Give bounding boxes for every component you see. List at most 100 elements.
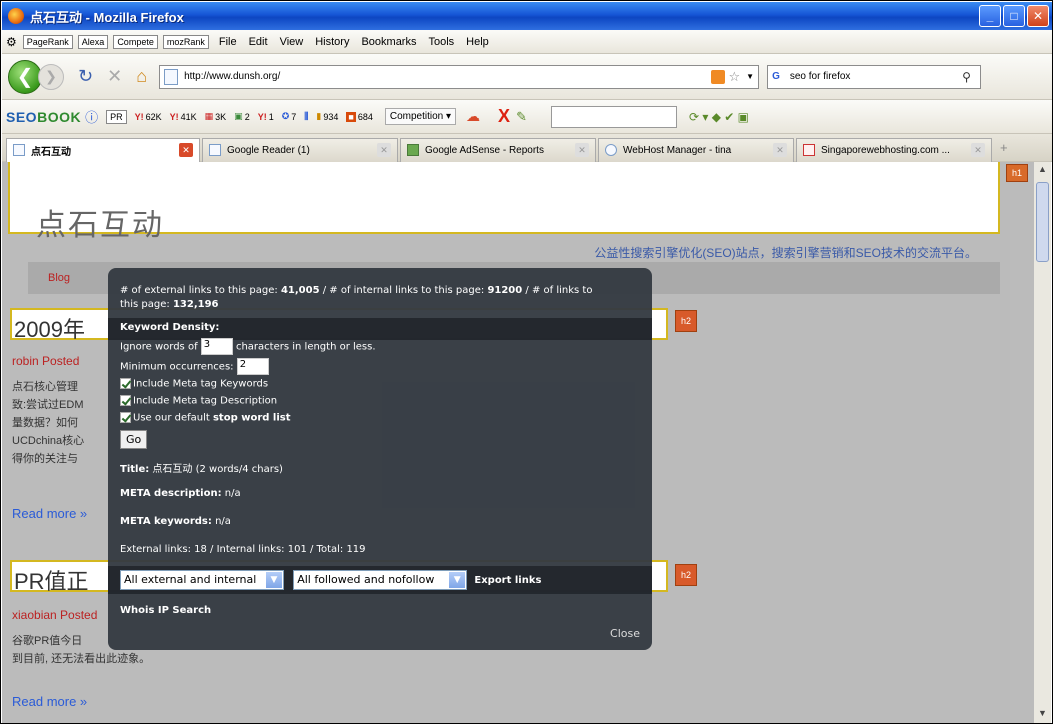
home-icon[interactable]: ⌂ bbox=[136, 66, 147, 87]
rss-icon[interactable] bbox=[711, 69, 726, 84]
tab-adsense[interactable]: Google AdSense - Reports ✕ bbox=[400, 137, 596, 162]
reload-icon[interactable]: ↻ bbox=[78, 66, 93, 87]
post-author[interactable]: robin Posted bbox=[12, 354, 79, 368]
close-tab-icon[interactable]: ✕ bbox=[773, 143, 787, 157]
post-title[interactable]: PR值正 bbox=[14, 564, 89, 596]
dir-stat-3[interactable]: ✪ 7 bbox=[282, 111, 297, 122]
scroll-down-arrow[interactable]: ▼ bbox=[1036, 708, 1049, 722]
follow-type-select[interactable]: All followed and nofollow ▼ bbox=[293, 570, 468, 590]
search-box[interactable]: G seo for firefox ⚲ bbox=[767, 64, 982, 89]
links-text-pre: # of external links to this page: bbox=[120, 285, 281, 296]
close-tab-icon[interactable]: ✕ bbox=[575, 143, 589, 157]
address-bar[interactable]: http://www.dunsh.org/ ☆ ▼ bbox=[159, 64, 760, 89]
tab-label: WebHost Manager - tina bbox=[623, 144, 732, 156]
menu-edit[interactable]: Edit bbox=[249, 36, 268, 48]
dir-stat-2-value: 1 bbox=[268, 111, 274, 122]
notes-icon[interactable]: ✎ bbox=[516, 109, 527, 125]
firefox-icon bbox=[8, 8, 24, 24]
site-name[interactable]: 点石互动 bbox=[36, 200, 164, 244]
gear-icon[interactable]: ⚙ bbox=[6, 35, 17, 49]
info-icon[interactable]: ⓘ bbox=[85, 107, 98, 126]
bookmark-star-icon[interactable]: ☆ bbox=[728, 69, 740, 85]
stop-icon[interactable]: ✕ bbox=[107, 66, 122, 87]
close-tab-icon[interactable]: ✕ bbox=[377, 143, 391, 157]
yahoo-stat-2[interactable]: Y! 41K bbox=[170, 112, 197, 122]
seobook-toolbar: SEOBOOK ⓘ PR Y! 62K Y! 41K ▦ 3K ▣ 2 Y! 1 ✪ 7 ⫼… bbox=[2, 100, 1052, 134]
meta-description-value: n/a bbox=[221, 488, 241, 499]
seobook-search-input[interactable] bbox=[550, 105, 677, 128]
stopword-label-bold: stop word list bbox=[212, 412, 291, 424]
dir-stat-2[interactable]: Y! 1 bbox=[258, 112, 274, 122]
site-tagline: 公益性搜索引擎优化(SEO)站点，搜索引擎营销和SEO技术的交流平台。 bbox=[594, 246, 977, 260]
competition-dropdown[interactable]: Competition ▾ bbox=[384, 108, 457, 125]
url-dropdown-icon[interactable]: ▼ bbox=[746, 72, 754, 81]
minimize-button[interactable]: _ bbox=[979, 5, 1001, 27]
scroll-thumb[interactable] bbox=[1036, 182, 1049, 262]
stopword-checkbox[interactable] bbox=[120, 412, 131, 423]
go-button[interactable]: Go bbox=[120, 430, 148, 449]
compete-button[interactable]: Compete bbox=[113, 34, 158, 49]
tab-dianshi[interactable]: 点石互动 ✕ bbox=[6, 137, 200, 162]
x-icon[interactable]: X bbox=[498, 106, 510, 127]
nav-blog-link[interactable]: Blog bbox=[48, 272, 70, 284]
menu-help[interactable]: Help bbox=[466, 36, 489, 48]
menu-history[interactable]: History bbox=[315, 36, 349, 48]
include-description-checkbox[interactable] bbox=[120, 395, 131, 406]
mozrank-button[interactable]: mozRank bbox=[162, 34, 209, 49]
alexa-button[interactable]: Alexa bbox=[77, 34, 109, 49]
delicious-stat-value: 684 bbox=[357, 111, 373, 122]
url-text[interactable]: http://www.dunsh.org/ bbox=[184, 71, 711, 82]
tab-bar: 点石互动 ✕ Google Reader (1) ✕ Google AdSens… bbox=[2, 134, 1052, 162]
forward-button[interactable]: ❯ bbox=[38, 63, 64, 90]
yahoo-stat-1[interactable]: Y! 62K bbox=[135, 112, 162, 122]
read-more-link[interactable]: Read more » bbox=[12, 506, 87, 521]
close-overlay-link[interactable]: Close bbox=[610, 627, 640, 640]
delicious-stat[interactable]: ■ 684 bbox=[346, 111, 373, 122]
menu-bookmarks[interactable]: Bookmarks bbox=[361, 36, 416, 48]
dir-stat-1[interactable]: ▣ 2 bbox=[234, 111, 250, 122]
post-title[interactable]: 2009年 bbox=[14, 312, 85, 344]
post-author[interactable]: xiaobian Posted bbox=[12, 608, 97, 622]
min-occurrences-input[interactable]: 2 bbox=[236, 358, 269, 375]
dir-stat-1-value: 2 bbox=[244, 111, 250, 122]
title-info: Title: 点石互动 (2 words/4 chars) bbox=[120, 460, 283, 475]
back-button[interactable]: ❮ bbox=[8, 59, 42, 94]
vertical-scrollbar[interactable]: ▲ ▼ bbox=[1033, 162, 1051, 723]
search-input[interactable]: seo for firefox bbox=[790, 71, 962, 82]
include-keywords-checkbox[interactable] bbox=[120, 378, 131, 389]
maximize-button[interactable]: □ bbox=[1003, 5, 1025, 27]
tool-icons[interactable]: ⟳ ▾ ◆ ✔ ▣ bbox=[689, 110, 749, 124]
menu-file[interactable]: File bbox=[219, 36, 237, 48]
scroll-up-arrow[interactable]: ▲ bbox=[1036, 164, 1049, 178]
whois-ip-search-link[interactable]: Whois IP Search bbox=[120, 605, 211, 616]
stopword-label: Use our default bbox=[133, 412, 213, 424]
links-text-mid2: / # of links to bbox=[522, 285, 593, 296]
internal-link-count: 91200 bbox=[487, 285, 523, 296]
seobook-logo[interactable]: SEOBOOK bbox=[6, 109, 81, 125]
link-filter-row: All external and internal ▼ All followed … bbox=[120, 570, 541, 590]
read-more-link[interactable]: Read more » bbox=[12, 694, 87, 709]
close-window-button[interactable]: ✕ bbox=[1027, 5, 1049, 27]
cloud-icon[interactable]: ☁ bbox=[466, 108, 480, 125]
tab-singaporewebhosting[interactable]: Singaporewebhosting.com ... ✕ bbox=[796, 137, 992, 162]
ignore-words-input[interactable]: 3 bbox=[200, 338, 233, 355]
msn-stat[interactable]: ▦ 3K bbox=[205, 111, 227, 122]
menu-bar: ⚙ PageRank Alexa Compete mozRank File Ed… bbox=[2, 30, 1052, 54]
new-tab-icon[interactable]: + bbox=[1000, 140, 1008, 155]
tab-google-reader[interactable]: Google Reader (1) ✕ bbox=[202, 137, 398, 162]
close-tab-icon[interactable]: ✕ bbox=[179, 143, 193, 157]
close-tab-icon[interactable]: ✕ bbox=[971, 143, 985, 157]
follow-type-value: All followed and nofollow bbox=[297, 573, 435, 586]
tab-webhost-manager[interactable]: WebHost Manager - tina ✕ bbox=[598, 137, 794, 162]
links-stat[interactable]: ▮ 934 bbox=[316, 111, 338, 122]
google-icon[interactable]: G bbox=[772, 71, 780, 82]
menu-view[interactable]: View bbox=[280, 36, 304, 48]
link-scope-select[interactable]: All external and internal ▼ bbox=[120, 570, 284, 590]
search-icon[interactable]: ⚲ bbox=[962, 70, 980, 84]
bookmark-stat[interactable]: ⫼ bbox=[304, 111, 308, 122]
menu-tools[interactable]: Tools bbox=[428, 36, 454, 48]
export-links-button[interactable]: Export links bbox=[474, 575, 541, 586]
excerpt-line: 到目前, 还无法看出此迹象。 bbox=[12, 653, 151, 665]
pagerank-meter[interactable]: PR bbox=[106, 109, 127, 124]
pagerank-button[interactable]: PageRank bbox=[22, 34, 73, 49]
